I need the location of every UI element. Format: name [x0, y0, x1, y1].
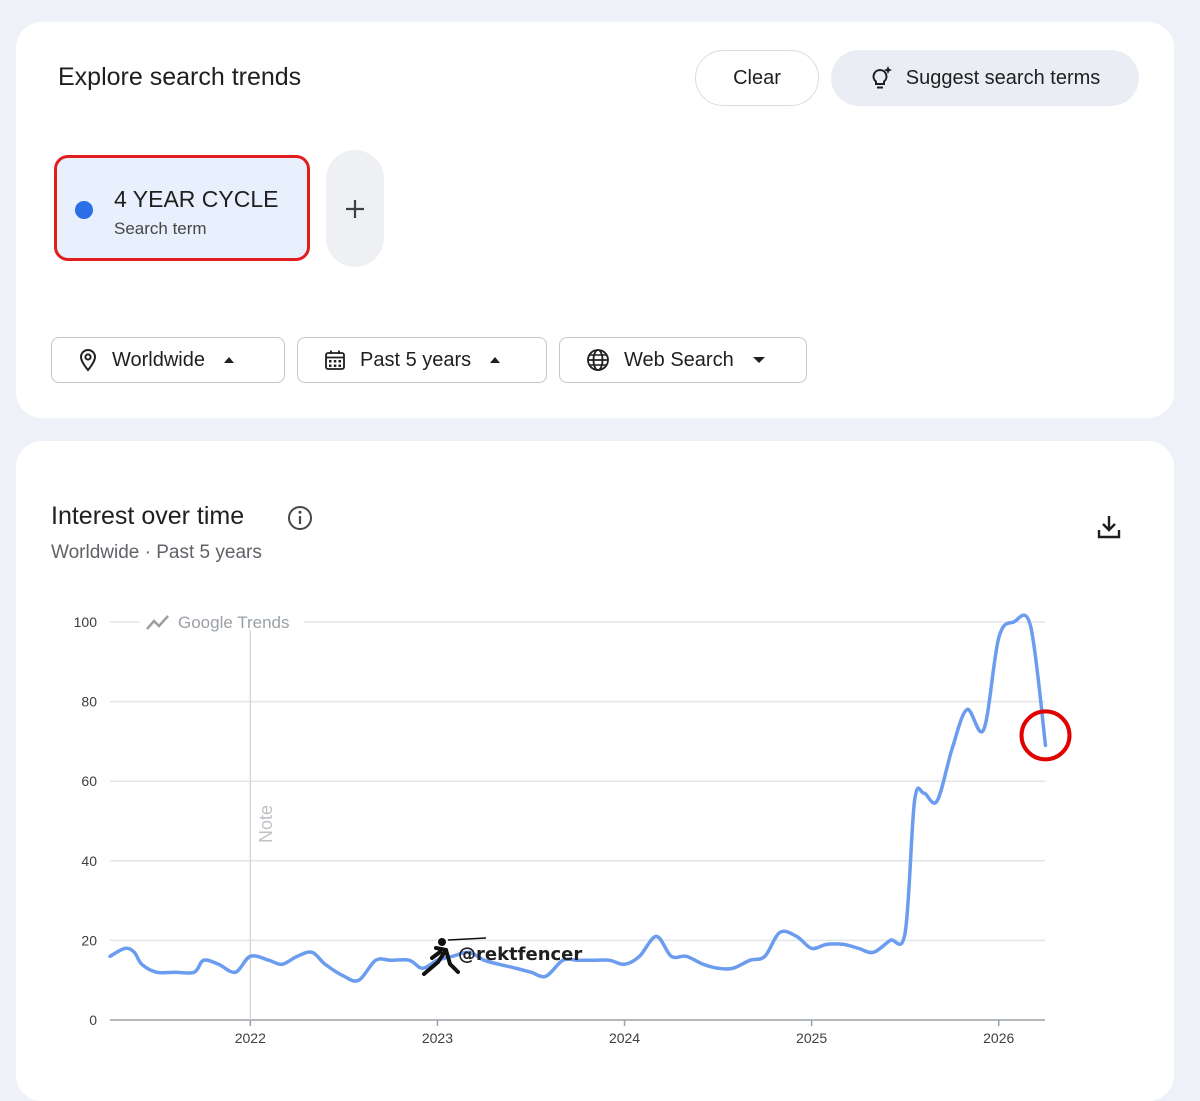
y-tick-label: 40 [81, 853, 97, 869]
y-tick-label: 60 [81, 773, 97, 789]
y-tick-label: 80 [81, 694, 97, 710]
y-axis-ticks: 0 20 40 60 80 100 [74, 614, 98, 1028]
credit-handle: @rektfencer [458, 944, 582, 965]
x-tick-label: 2023 [422, 1030, 453, 1046]
note-label: Note [256, 805, 276, 843]
google-trends-watermark: Google Trends [140, 608, 304, 634]
interest-line-chart: 0 20 40 60 80 100 2022 2023 2024 2025 2026 Google… [74, 608, 1072, 1046]
y-tick-label: 100 [74, 614, 98, 630]
x-tick-label: 2024 [609, 1030, 640, 1046]
google-trends-watermark-text: Google Trends [178, 613, 290, 632]
x-tick-label: 2022 [235, 1030, 266, 1046]
x-axis-ticks: 2022 2023 2024 2025 2026 [235, 1020, 1015, 1046]
y-tick-label: 0 [89, 1012, 97, 1028]
x-tick-label: 2026 [983, 1030, 1014, 1046]
x-tick-label: 2025 [796, 1030, 827, 1046]
y-tick-label: 20 [81, 932, 97, 948]
credit-watermark: @rektfencer [422, 937, 582, 976]
